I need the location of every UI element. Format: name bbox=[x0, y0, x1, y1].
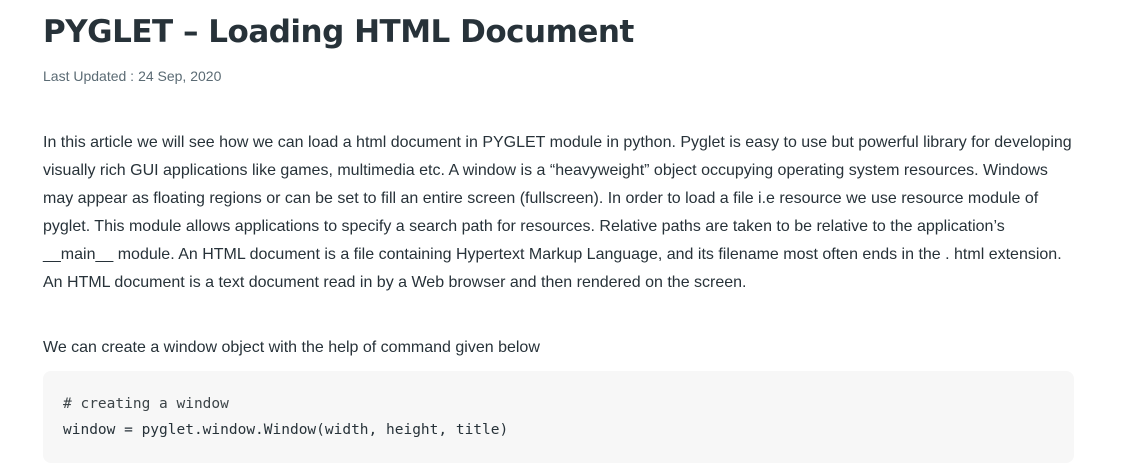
code-line-statement: window = pyglet.window.Window(width, hei… bbox=[63, 422, 509, 438]
article-paragraph-intro: In this article we will see how we can l… bbox=[43, 134, 1072, 291]
last-updated-date: 24 Sep, 2020 bbox=[138, 68, 222, 84]
page-title: PYGLET – Loading HTML Document bbox=[43, 14, 634, 50]
last-updated-label: Last Updated : bbox=[43, 68, 135, 84]
last-updated: Last Updated :24 Sep, 2020 bbox=[43, 67, 221, 85]
code-line-comment: # creating a window bbox=[63, 396, 229, 412]
code-block[interactable]: # creating a window window = pyglet.wind… bbox=[43, 371, 1074, 463]
article-paragraph-window: We can create a window object with the h… bbox=[43, 339, 540, 356]
